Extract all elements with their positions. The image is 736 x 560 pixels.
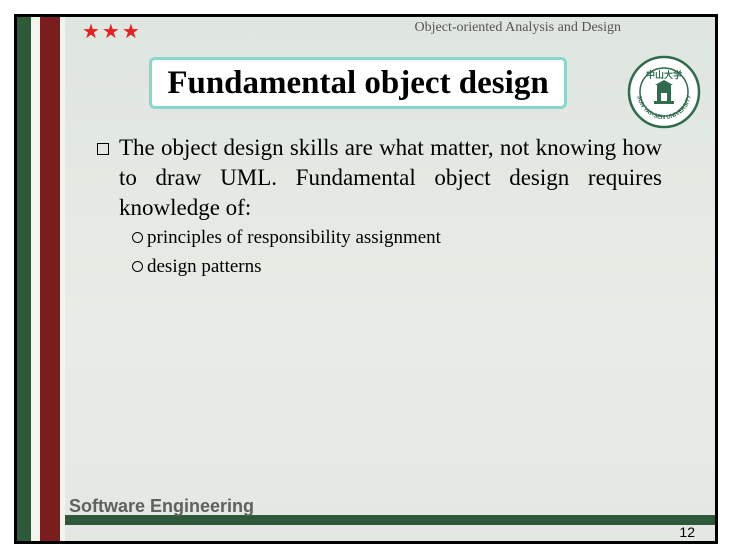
bullet-item: The object design skills are what matter…	[92, 133, 662, 223]
course-title: Object-oriented Analysis and Design	[414, 20, 621, 35]
slide: ★★★ Object-oriented Analysis and Design …	[14, 14, 718, 544]
sub-item-text: design patterns	[147, 256, 262, 277]
sub-item: design patterns	[132, 252, 662, 281]
left-red-stripe	[40, 17, 60, 541]
footer-label: Software Engineering	[69, 496, 255, 516]
slide-title: Fundamental object design	[167, 64, 549, 101]
bullet-text: The object design skills are what matter…	[119, 135, 662, 220]
square-bullet-icon	[97, 143, 109, 155]
circle-bullet-icon	[132, 232, 143, 243]
content: The object design skills are what matter…	[92, 133, 662, 281]
university-seal-icon: SUN YAT-SEN UNIVERSITY 中山大学	[627, 55, 701, 129]
seal-chinese-text: 中山大学	[646, 69, 682, 81]
sub-item: principles of responsibility assignment	[132, 223, 662, 252]
left-white-stripe-2	[60, 17, 65, 541]
left-green-stripe	[17, 17, 31, 541]
sub-item-text: principles of responsibility assignment	[147, 227, 441, 248]
circle-bullet-icon	[132, 261, 143, 272]
rating-stars: ★★★	[82, 19, 142, 43]
title-box: Fundamental object design	[149, 57, 567, 109]
left-white-stripe	[31, 17, 40, 541]
page-number: 12	[679, 524, 695, 540]
